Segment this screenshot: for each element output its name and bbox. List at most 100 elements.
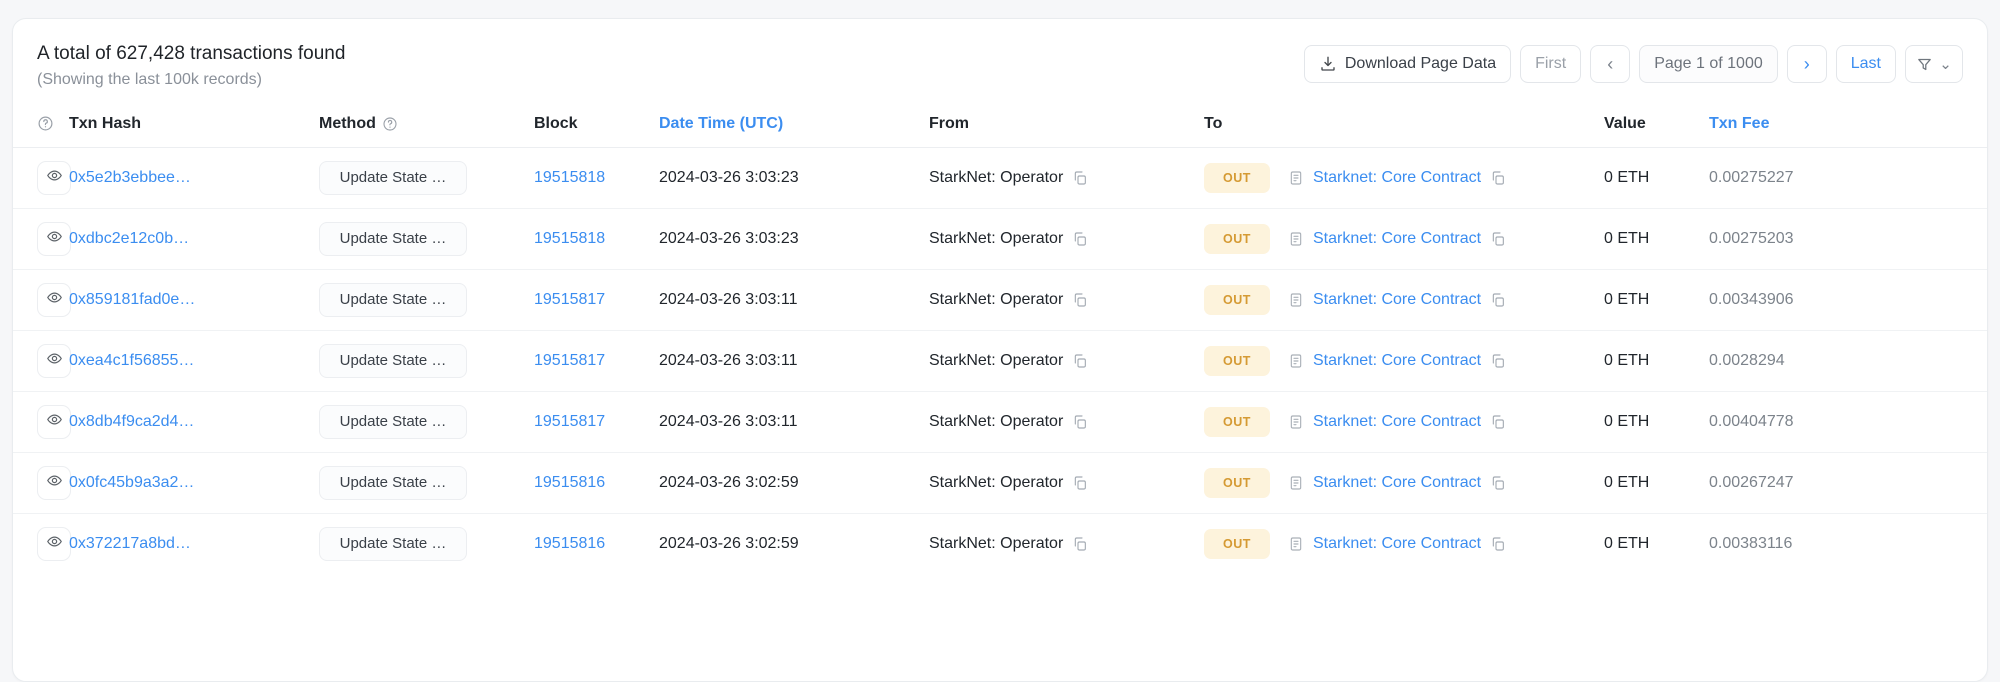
preview-transaction-button[interactable] <box>37 344 71 378</box>
copy-icon[interactable] <box>1072 170 1088 186</box>
cell-value: 0 ETH <box>1604 269 1709 330</box>
block-link[interactable]: 19515816 <box>534 535 605 552</box>
funnel-icon <box>1916 56 1933 73</box>
method-pill[interactable]: Update State … <box>319 222 467 256</box>
preview-transaction-button[interactable] <box>37 405 71 439</box>
block-link[interactable]: 19515818 <box>534 230 605 247</box>
cell-txn-hash: 0x8db4f9ca2d4… <box>69 391 319 452</box>
preview-transaction-button[interactable] <box>37 466 71 500</box>
table-row: 0x5e2b3ebbee… Update State … 19515818 20… <box>13 147 1987 208</box>
contract-icon <box>1288 475 1304 491</box>
cell-preview <box>13 208 69 269</box>
txn-hash-link[interactable]: 0xea4c1f56855… <box>69 352 194 369</box>
help-circle-icon[interactable] <box>382 116 398 132</box>
cell-txn-hash: 0xdbc2e12c0b… <box>69 208 319 269</box>
copy-icon[interactable] <box>1490 231 1506 247</box>
column-header-date-time[interactable]: Date Time (UTC) <box>659 105 929 148</box>
method-pill[interactable]: Update State … <box>319 344 467 378</box>
block-link[interactable]: 19515816 <box>534 474 605 491</box>
copy-icon[interactable] <box>1072 414 1088 430</box>
txn-hash-link[interactable]: 0x8db4f9ca2d4… <box>69 413 194 430</box>
cell-txn-hash: 0x372217a8bd… <box>69 513 319 574</box>
preview-transaction-button[interactable] <box>37 283 71 317</box>
method-pill[interactable]: Update State … <box>319 527 467 561</box>
preview-transaction-button[interactable] <box>37 527 71 561</box>
block-link[interactable]: 19515817 <box>534 352 605 369</box>
txn-hash-link[interactable]: 0x372217a8bd… <box>69 535 191 552</box>
copy-icon[interactable] <box>1072 475 1088 491</box>
transactions-card: A total of 627,428 transactions found (S… <box>12 18 1988 682</box>
preview-transaction-button[interactable] <box>37 161 71 195</box>
copy-icon[interactable] <box>1490 475 1506 491</box>
filter-button[interactable]: ⌄ <box>1905 45 1963 83</box>
to-address-link[interactable]: Starknet: Core Contract <box>1313 230 1481 248</box>
pagination-prev-button[interactable]: ‹ <box>1590 45 1630 83</box>
cell-to: OUT Starknet: Core Contract <box>1204 513 1604 574</box>
contract-icon <box>1288 292 1304 308</box>
pagination-page-indicator: Page 1 of 1000 <box>1639 45 1778 83</box>
block-link[interactable]: 19515817 <box>534 413 605 430</box>
cell-date-time: 2024-03-26 3:02:59 <box>659 513 929 574</box>
chevron-down-icon: ⌄ <box>1939 57 1952 72</box>
copy-icon[interactable] <box>1072 353 1088 369</box>
download-page-data-button[interactable]: Download Page Data <box>1304 45 1511 83</box>
to-address-link[interactable]: Starknet: Core Contract <box>1313 474 1481 492</box>
cell-method: Update State … <box>319 513 534 574</box>
pagination-next-button[interactable]: › <box>1787 45 1827 83</box>
summary-title: A total of 627,428 transactions found <box>37 41 345 67</box>
method-pill[interactable]: Update State … <box>319 466 467 500</box>
copy-icon[interactable] <box>1072 292 1088 308</box>
summary-subtitle: (Showing the last 100k records) <box>37 71 345 89</box>
cell-txn-fee: 0.0028294 <box>1709 330 1987 391</box>
to-address-link[interactable]: Starknet: Core Contract <box>1313 291 1481 309</box>
to-address-link[interactable]: Starknet: Core Contract <box>1313 413 1481 431</box>
cell-txn-fee: 0.00404778 <box>1709 391 1987 452</box>
table-row: 0x859181fad0e… Update State … 19515817 2… <box>13 269 1987 330</box>
cell-from: StarkNet: Operator <box>929 391 1204 452</box>
toolbar: Download Page Data First ‹ Page 1 of 100… <box>1304 41 1963 83</box>
txn-hash-link[interactable]: 0xdbc2e12c0b… <box>69 230 189 247</box>
copy-icon[interactable] <box>1490 414 1506 430</box>
cell-method: Update State … <box>319 269 534 330</box>
to-address-link[interactable]: Starknet: Core Contract <box>1313 352 1481 370</box>
direction-badge: OUT <box>1204 529 1270 559</box>
copy-icon[interactable] <box>1072 231 1088 247</box>
cell-preview <box>13 147 69 208</box>
column-header-txn-fee[interactable]: Txn Fee <box>1709 105 1987 148</box>
pagination-first-button[interactable]: First <box>1520 45 1581 83</box>
method-pill[interactable]: Update State … <box>319 161 467 195</box>
cell-date-time: 2024-03-26 3:03:11 <box>659 391 929 452</box>
txn-hash-link[interactable]: 0x0fc45b9a3a2… <box>69 474 194 491</box>
to-address-link[interactable]: Starknet: Core Contract <box>1313 535 1481 553</box>
txn-hash-link[interactable]: 0x859181fad0e… <box>69 291 195 308</box>
from-address-label: StarkNet: Operator <box>929 535 1063 553</box>
to-address-link[interactable]: Starknet: Core Contract <box>1313 169 1481 187</box>
column-header-block: Block <box>534 105 659 148</box>
cell-to: OUT Starknet: Core Contract <box>1204 452 1604 513</box>
preview-transaction-button[interactable] <box>37 222 71 256</box>
cell-preview <box>13 513 69 574</box>
pagination-last-button[interactable]: Last <box>1836 45 1896 83</box>
cell-txn-fee: 0.00343906 <box>1709 269 1987 330</box>
summary-block: A total of 627,428 transactions found (S… <box>37 41 345 89</box>
copy-icon[interactable] <box>1072 536 1088 552</box>
copy-icon[interactable] <box>1490 170 1506 186</box>
method-pill[interactable]: Update State … <box>319 405 467 439</box>
help-circle-icon[interactable] <box>37 115 54 132</box>
copy-icon[interactable] <box>1490 353 1506 369</box>
block-link[interactable]: 19515818 <box>534 169 605 186</box>
block-link[interactable]: 19515817 <box>534 291 605 308</box>
pagination-last-label: Last <box>1851 55 1881 73</box>
from-address-label: StarkNet: Operator <box>929 352 1063 370</box>
cell-value: 0 ETH <box>1604 452 1709 513</box>
card-header: A total of 627,428 transactions found (S… <box>13 19 1987 105</box>
txn-hash-link[interactable]: 0x5e2b3ebbee… <box>69 169 191 186</box>
contract-icon <box>1288 536 1304 552</box>
cell-txn-fee: 0.00383116 <box>1709 513 1987 574</box>
method-pill[interactable]: Update State … <box>319 283 467 317</box>
cell-block: 19515817 <box>534 391 659 452</box>
cell-from: StarkNet: Operator <box>929 208 1204 269</box>
cell-date-time: 2024-03-26 3:03:11 <box>659 330 929 391</box>
copy-icon[interactable] <box>1490 292 1506 308</box>
copy-icon[interactable] <box>1490 536 1506 552</box>
